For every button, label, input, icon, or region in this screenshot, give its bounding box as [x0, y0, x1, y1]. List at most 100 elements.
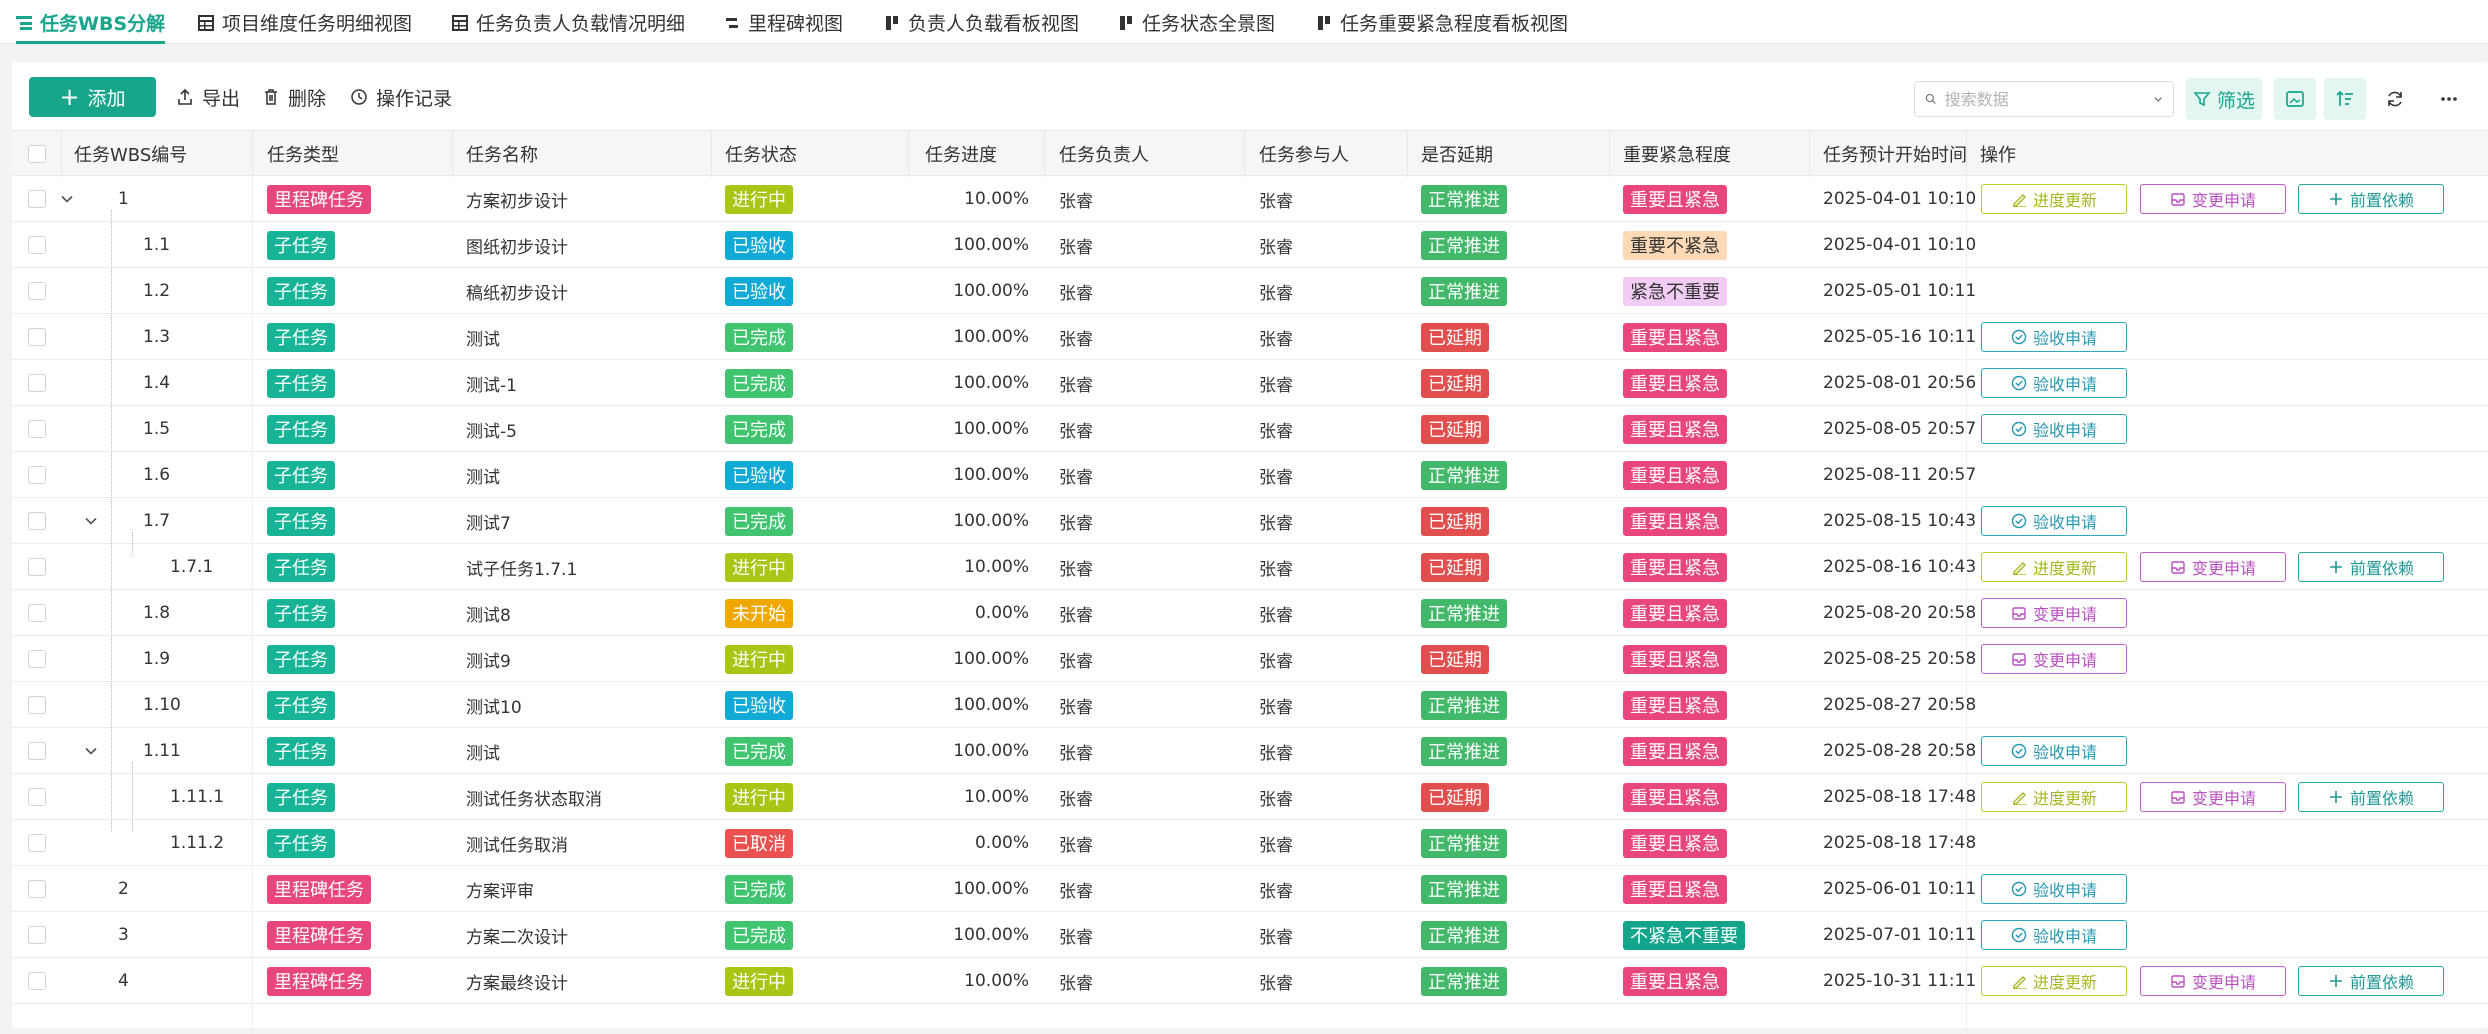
- row-checkbox[interactable]: [28, 282, 46, 300]
- col-start-time[interactable]: 任务预计开始时间: [1823, 131, 1967, 177]
- row-checkbox[interactable]: [28, 926, 46, 944]
- table-row[interactable]: 4 里程碑任务 方案最终设计 进行中 10.00% 张睿 张睿 正常推进 重要且紧急 2025-1…: [12, 958, 2488, 1004]
- task-name[interactable]: 方案最终设计: [466, 958, 568, 1004]
- table-row[interactable]: 2 里程碑任务 方案评审 已完成 100.00% 张睿 张睿 正常推进 重要且紧急 2025-06…: [12, 866, 2488, 912]
- row-checkbox[interactable]: [28, 374, 46, 392]
- row-checkbox[interactable]: [28, 512, 46, 530]
- row-checkbox[interactable]: [28, 834, 46, 852]
- table-row[interactable]: 1.1 子任务 图纸初步设计 已验收 100.00% 张睿 张睿 正常推进 重要不紧急 2025-…: [12, 222, 2488, 268]
- task-name[interactable]: 测试任务取消: [466, 820, 568, 866]
- row-checkbox[interactable]: [28, 696, 46, 714]
- col-progress[interactable]: 任务进度: [925, 131, 997, 177]
- row-checkbox[interactable]: [28, 742, 46, 760]
- row-checkbox[interactable]: [28, 650, 46, 668]
- task-name[interactable]: 测试: [466, 314, 500, 360]
- row-checkbox[interactable]: [28, 466, 46, 484]
- row-checkbox[interactable]: [28, 558, 46, 576]
- select-all-checkbox[interactable]: [28, 145, 46, 163]
- progress-update-button[interactable]: 进度更新: [1981, 966, 2127, 996]
- task-name[interactable]: 方案初步设计: [466, 176, 568, 222]
- acceptance-request-button[interactable]: 验收申请: [1981, 736, 2127, 766]
- table-row[interactable]: 1.11.1 子任务 测试任务状态取消 进行中 10.00% 张睿 张睿 已延期 重要且紧急 20…: [12, 774, 2488, 820]
- history-button[interactable]: 操作记录: [350, 77, 452, 117]
- table-row[interactable]: 1.5 子任务 测试-5 已完成 100.00% 张睿 张睿 已延期 重要且紧急 2025-08-…: [12, 406, 2488, 452]
- refresh-button[interactable]: [2374, 78, 2416, 120]
- task-name[interactable]: 试子任务1.7.1: [466, 544, 577, 590]
- more-button[interactable]: [2428, 78, 2470, 120]
- change-request-button[interactable]: 变更申请: [1981, 598, 2127, 628]
- task-name[interactable]: 稿纸初步设计: [466, 268, 568, 314]
- acceptance-request-button[interactable]: 验收申请: [1981, 506, 2127, 536]
- prerequisite-button[interactable]: 前置依赖: [2298, 782, 2444, 812]
- table-row[interactable]: 1.11.2 子任务 测试任务取消 已取消 0.00% 张睿 张睿 正常推进 重要且紧急 2025…: [12, 820, 2488, 866]
- task-name[interactable]: 测试-5: [466, 406, 517, 452]
- add-button[interactable]: + 添加: [29, 77, 156, 117]
- row-checkbox[interactable]: [28, 604, 46, 622]
- table-row[interactable]: 1.7.1 子任务 试子任务1.7.1 进行中 10.00% 张睿 张睿 已延期 重要且紧急 20…: [12, 544, 2488, 590]
- row-checkbox[interactable]: [28, 420, 46, 438]
- acceptance-request-button[interactable]: 验收申请: [1981, 414, 2127, 444]
- row-checkbox[interactable]: [28, 880, 46, 898]
- chevron-down-icon[interactable]: [2153, 91, 2163, 107]
- col-wbs[interactable]: 任务WBS编号: [74, 131, 187, 177]
- acceptance-request-button[interactable]: 验收申请: [1981, 920, 2127, 950]
- table-row[interactable]: 1.2 子任务 稿纸初步设计 已验收 100.00% 张睿 张睿 正常推进 紧急不重要 2025-…: [12, 268, 2488, 314]
- expand-toggle[interactable]: [84, 498, 98, 544]
- tab-priority-kanban[interactable]: 任务重要紧急程度看板视图: [1316, 0, 1568, 44]
- prerequisite-button[interactable]: 前置依赖: [2298, 552, 2444, 582]
- table-row[interactable]: 1.4 子任务 测试-1 已完成 100.00% 张睿 张睿 已延期 重要且紧急 2025-08-…: [12, 360, 2488, 406]
- table-row[interactable]: 1 里程碑任务 方案初步设计 进行中 10.00% 张睿 张睿 正常推进 重要且紧急 2025-0…: [12, 176, 2488, 222]
- task-name[interactable]: 测试: [466, 452, 500, 498]
- row-checkbox[interactable]: [28, 788, 46, 806]
- table-row[interactable]: 1.11 子任务 测试 已完成 100.00% 张睿 张睿 正常推进 重要且紧急 2025-08-…: [12, 728, 2488, 774]
- col-delay[interactable]: 是否延期: [1421, 131, 1493, 177]
- col-status[interactable]: 任务状态: [725, 131, 797, 177]
- prerequisite-button[interactable]: 前置依赖: [2298, 184, 2444, 214]
- table-row[interactable]: 1.6 子任务 测试 已验收 100.00% 张睿 张睿 正常推进 重要且紧急 2025-08-1…: [12, 452, 2488, 498]
- progress-update-button[interactable]: 进度更新: [1981, 184, 2127, 214]
- export-button[interactable]: 导出: [176, 77, 240, 117]
- table-row[interactable]: 1.7 子任务 测试7 已完成 100.00% 张睿 张睿 已延期 重要且紧急 2025-08-1…: [12, 498, 2488, 544]
- row-checkbox[interactable]: [28, 328, 46, 346]
- tab-wbs[interactable]: 任务WBS分解: [16, 0, 166, 44]
- sort-button[interactable]: [2324, 78, 2366, 120]
- tab-milestone[interactable]: 里程碑视图: [724, 0, 843, 44]
- col-owner[interactable]: 任务负责人: [1059, 131, 1149, 177]
- tab-owner-load-detail[interactable]: 任务负责人负载情况明细: [452, 0, 685, 44]
- progress-update-button[interactable]: 进度更新: [1981, 552, 2127, 582]
- tab-owner-kanban[interactable]: 负责人负载看板视图: [884, 0, 1079, 44]
- change-request-button[interactable]: 变更申请: [2140, 552, 2286, 582]
- table-row[interactable]: 1.9 子任务 测试9 进行中 100.00% 张睿 张睿 已延期 重要且紧急 2025-08-2…: [12, 636, 2488, 682]
- acceptance-request-button[interactable]: 验收申请: [1981, 368, 2127, 398]
- change-request-button[interactable]: 变更申请: [2140, 184, 2286, 214]
- task-name[interactable]: 方案二次设计: [466, 912, 568, 958]
- change-request-button[interactable]: 变更申请: [2140, 966, 2286, 996]
- search-box[interactable]: [1914, 81, 2174, 117]
- delete-button[interactable]: 删除: [262, 77, 326, 117]
- card-view-button[interactable]: [2274, 78, 2316, 120]
- task-name[interactable]: 测试: [466, 728, 500, 774]
- table-row[interactable]: 1.3 子任务 测试 已完成 100.00% 张睿 张睿 已延期 重要且紧急 2025-05-16…: [12, 314, 2488, 360]
- task-name[interactable]: 方案评审: [466, 866, 534, 912]
- row-checkbox[interactable]: [28, 972, 46, 990]
- tab-project-detail[interactable]: 项目维度任务明细视图: [198, 0, 412, 44]
- task-name[interactable]: 测试7: [466, 498, 511, 544]
- task-name[interactable]: 图纸初步设计: [466, 222, 568, 268]
- expand-toggle[interactable]: [84, 728, 98, 774]
- row-checkbox[interactable]: [28, 236, 46, 254]
- col-priority[interactable]: 重要紧急程度: [1623, 131, 1731, 177]
- filter-button[interactable]: 筛选: [2186, 78, 2262, 120]
- acceptance-request-button[interactable]: 验收申请: [1981, 322, 2127, 352]
- progress-update-button[interactable]: 进度更新: [1981, 782, 2127, 812]
- search-input[interactable]: [1944, 89, 2145, 109]
- col-participant[interactable]: 任务参与人: [1259, 131, 1349, 177]
- task-name[interactable]: 测试8: [466, 590, 511, 636]
- task-name[interactable]: 测试任务状态取消: [466, 774, 602, 820]
- task-name[interactable]: 测试9: [466, 636, 511, 682]
- task-name[interactable]: 测试-1: [466, 360, 517, 406]
- col-name[interactable]: 任务名称: [466, 131, 538, 177]
- change-request-button[interactable]: 变更申请: [1981, 644, 2127, 674]
- task-name[interactable]: 测试10: [466, 682, 522, 728]
- table-row[interactable]: 1.8 子任务 测试8 未开始 0.00% 张睿 张睿 正常推进 重要且紧急 2025-08-20…: [12, 590, 2488, 636]
- change-request-button[interactable]: 变更申请: [2140, 782, 2286, 812]
